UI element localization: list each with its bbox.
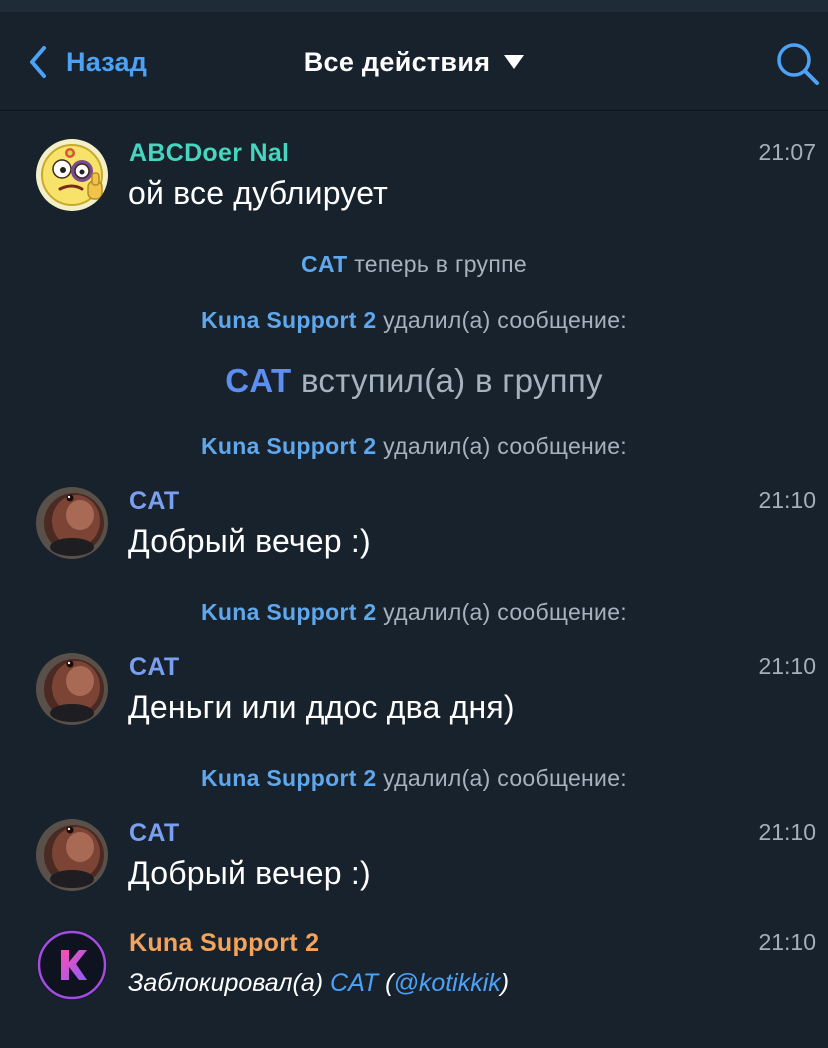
service-user-link[interactable]: Kuna Support 2	[201, 307, 376, 333]
avatar[interactable]	[36, 487, 108, 559]
service-message: Kuna Support 2 удалил(а) сообщение:	[0, 599, 828, 626]
message-time: 21:10	[758, 653, 816, 679]
log-message: ABCDoer Nal 21:07 ой все дублирует	[0, 139, 828, 219]
service-text: удалил(а) сообщение:	[383, 599, 627, 625]
message-text: Деньги или ддос два дня)	[128, 689, 515, 725]
service-text: удалил(а) сообщение:	[383, 307, 627, 333]
log-message: CAT 21:10 Добрый вечер :)	[0, 487, 828, 567]
service-message: Kuna Support 2 удалил(а) сообщение:	[0, 433, 828, 460]
log-message: Kuna Support 2 21:10 Заблокировал(а) CAT…	[0, 929, 828, 1009]
message-time: 21:10	[758, 819, 816, 845]
filter-dropdown[interactable]: Все действия	[0, 42, 828, 82]
message-text: ой все дублирует	[128, 175, 389, 211]
cat-photo-avatar	[36, 487, 108, 559]
message-author[interactable]: ABCDoer Nal	[129, 139, 289, 168]
service-text: вступил(а) в группу	[300, 362, 603, 399]
avatar[interactable]	[36, 929, 108, 1001]
message-time: 21:10	[758, 929, 816, 955]
banned-user-link[interactable]: CAT	[330, 969, 378, 997]
service-user-link[interactable]: Kuna Support 2	[201, 433, 376, 459]
service-user-link[interactable]: Kuna Support 2	[201, 765, 376, 791]
avatar[interactable]	[36, 819, 108, 891]
header-bar: Назад Все действия	[0, 12, 828, 111]
message-time: 21:10	[758, 487, 816, 513]
cat-photo-avatar	[36, 653, 108, 725]
ban-action-label: Заблокировал(а)	[128, 969, 324, 997]
message-text: Добрый вечер :)	[128, 855, 371, 891]
message-author[interactable]: CAT	[129, 819, 179, 848]
message-author[interactable]: CAT	[129, 653, 179, 682]
sticker-face-avatar	[36, 139, 108, 211]
service-message: CAT вступил(а) в группу	[0, 362, 828, 400]
avatar[interactable]	[36, 653, 108, 725]
search-icon[interactable]	[776, 42, 820, 86]
cat-photo-avatar	[36, 819, 108, 891]
message-author[interactable]: CAT	[129, 487, 179, 516]
admin-log-feed[interactable]: ABCDoer Nal 21:07 ой все дублирует CAT т…	[0, 111, 828, 1048]
page-title: Все действия	[303, 46, 491, 77]
service-user-link[interactable]: Kuna Support 2	[201, 599, 376, 625]
service-user-link[interactable]: CAT	[301, 251, 347, 277]
service-message: Kuna Support 2 удалил(а) сообщение:	[0, 307, 828, 334]
service-message: CAT теперь в группе	[0, 251, 828, 278]
service-text: теперь в группе	[354, 251, 527, 277]
service-text: удалил(а) сообщение:	[383, 765, 627, 791]
log-message: CAT 21:10 Деньги или ддос два дня)	[0, 653, 828, 733]
message-time: 21:07	[758, 139, 816, 165]
paren-close: )	[500, 969, 510, 997]
service-message: Kuna Support 2 удалил(а) сообщение:	[0, 765, 828, 792]
message-text: Добрый вечер :)	[128, 523, 371, 559]
avatar[interactable]	[36, 139, 108, 211]
banned-user-handle-link[interactable]: @kotikkik	[393, 969, 500, 997]
message-author[interactable]: Kuna Support 2	[129, 929, 319, 958]
service-text: удалил(а) сообщение:	[383, 433, 627, 459]
service-user-link[interactable]: CAT	[225, 362, 291, 399]
log-message: CAT 21:10 Добрый вечер :)	[0, 819, 828, 899]
kuna-logo-avatar	[37, 930, 107, 1000]
ban-action-text: Заблокировал(а) CAT (@kotikkik)	[128, 969, 509, 998]
status-bar-strip	[0, 0, 828, 12]
caret-down-icon	[504, 55, 525, 69]
